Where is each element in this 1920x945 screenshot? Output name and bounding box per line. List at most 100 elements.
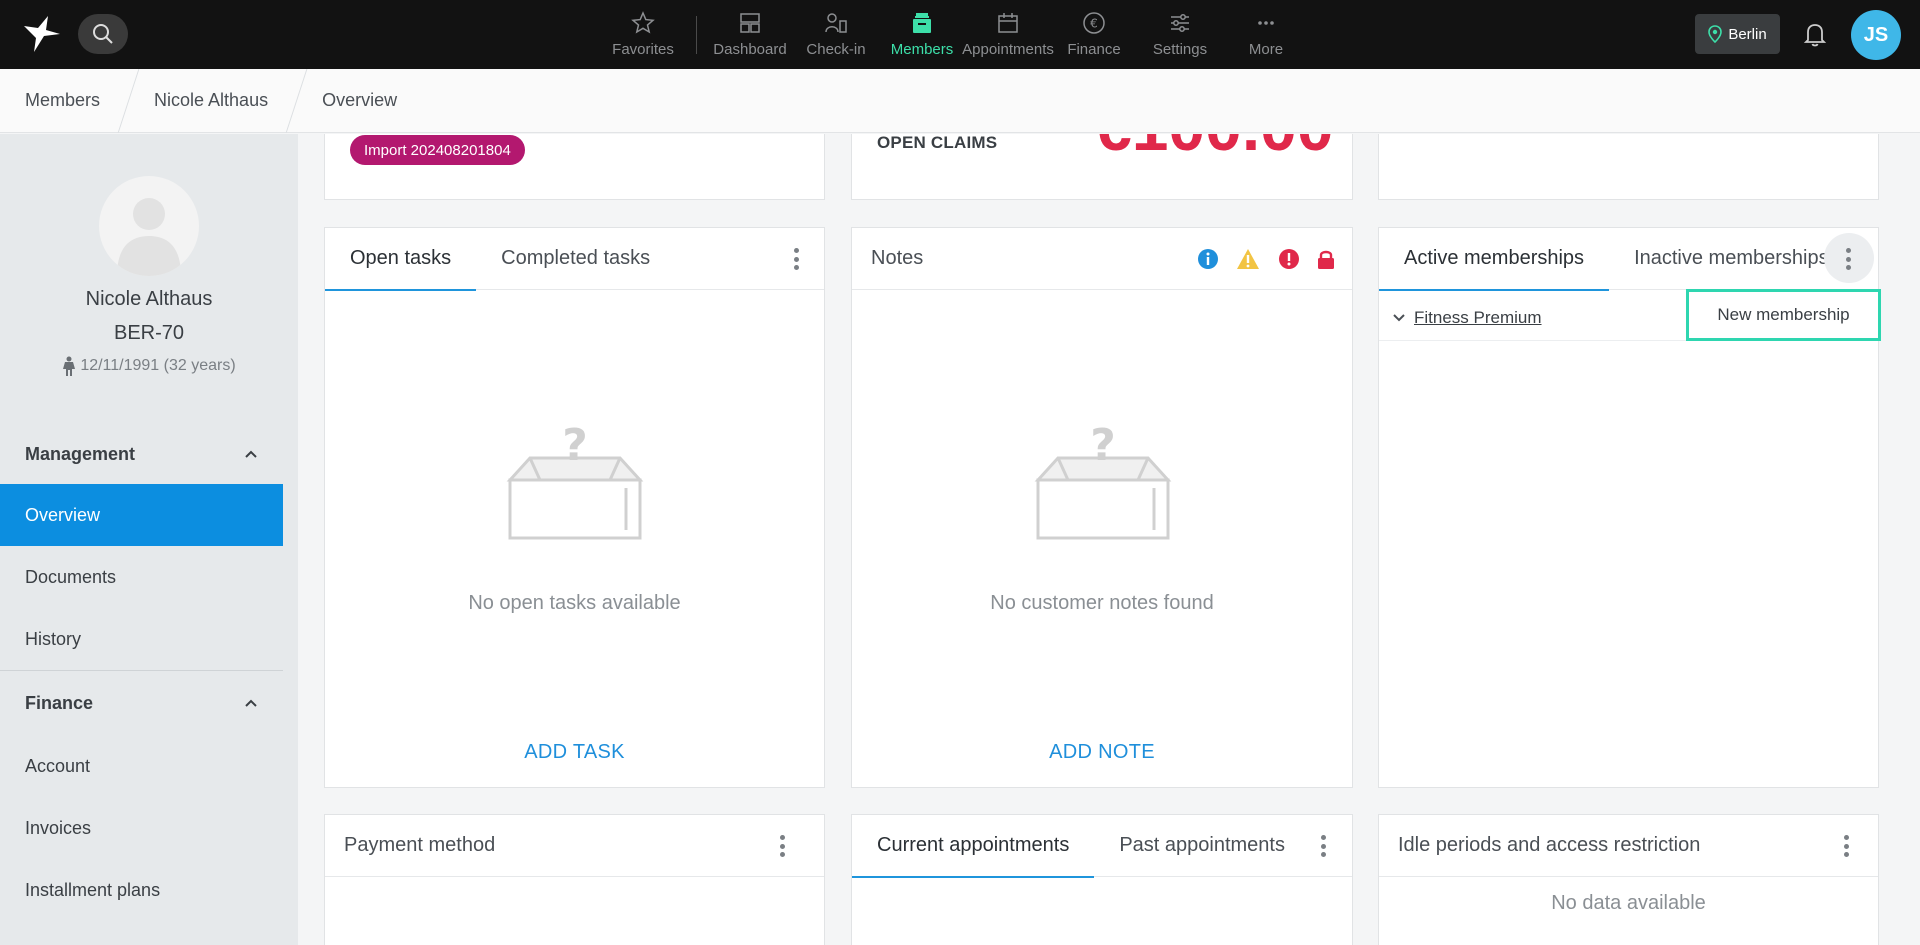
add-note-button[interactable]: ADD NOTE: [852, 741, 1352, 764]
section-management[interactable]: Management: [0, 424, 283, 484]
nav-label: Favorites: [612, 41, 674, 58]
nav-more[interactable]: More: [1223, 0, 1309, 69]
nav-appointments[interactable]: Appointments: [962, 0, 1054, 69]
nav-favorites[interactable]: Favorites: [600, 0, 686, 69]
tab-completed-tasks[interactable]: Completed tasks: [476, 228, 675, 290]
idle-menu-kebab-icon[interactable]: [1834, 833, 1858, 859]
bell-icon[interactable]: [1800, 19, 1830, 49]
tasks-card: Open tasks Completed tasks ? No open tas…: [324, 227, 825, 788]
tab-current-appointments[interactable]: Current appointments: [852, 815, 1095, 878]
notes-card: Notes ? No customer notes found ADD NOTE: [851, 227, 1353, 788]
sidebar-item-history[interactable]: History: [0, 608, 283, 670]
nav-label: Dashboard: [713, 41, 787, 58]
tasks-empty-text: No open tasks available: [468, 592, 681, 614]
tab-active-memberships[interactable]: Active memberships: [1379, 228, 1610, 291]
sidebar-item-documents[interactable]: Documents: [0, 546, 283, 608]
claims-value-clip: €100.00: [851, 134, 1353, 200]
nav-label: Finance: [1067, 41, 1121, 58]
memberships-menu-kebab-icon[interactable]: [1836, 246, 1860, 272]
notes-title: Notes: [871, 247, 924, 269]
chevron-up-icon: [245, 699, 257, 707]
nav-divider: [696, 16, 697, 54]
sidebar-item-account[interactable]: Account: [0, 735, 283, 797]
dashboard-icon: [740, 13, 760, 33]
notes-card-header: Notes: [852, 228, 1352, 290]
warning-icon[interactable]: [1236, 248, 1260, 270]
svg-text:€: €: [1090, 17, 1098, 31]
euro-icon: €: [1083, 12, 1105, 34]
search-button[interactable]: [78, 14, 128, 54]
breadcrumb: Members Nicole Althaus Overview: [0, 68, 1920, 133]
search-icon: [93, 24, 113, 44]
nav-settings[interactable]: Settings: [1137, 0, 1223, 69]
main-nav: Favorites Dashboard Check-in Members App…: [600, 0, 1309, 69]
lock-icon[interactable]: [1317, 248, 1335, 270]
members-icon: [913, 13, 931, 33]
nav-label: Members: [890, 41, 954, 58]
calendar-icon: [998, 13, 1018, 33]
sidebar-item-overview[interactable]: Overview: [0, 484, 283, 546]
open-claims-value: €100.00: [1095, 134, 1334, 160]
nav-label: Check-in: [806, 41, 866, 58]
top-bar: Favorites Dashboard Check-in Members App…: [0, 0, 1920, 69]
appointments-menu-kebab-icon[interactable]: [1311, 833, 1335, 859]
info-card: [1378, 134, 1879, 200]
membership-link[interactable]: Fitness Premium: [1414, 308, 1542, 328]
person-silhouette-icon: [117, 198, 181, 276]
info-icon[interactable]: [1197, 248, 1219, 270]
alert-icon[interactable]: [1278, 248, 1300, 270]
breadcrumb-members[interactable]: Members: [0, 69, 128, 133]
user-avatar[interactable]: JS: [1851, 10, 1901, 60]
side-menu: Management Overview Documents History Fi…: [0, 424, 283, 921]
nav-label: Appointments: [962, 41, 1054, 58]
idle-card-header: Idle periods and access restriction: [1379, 815, 1878, 877]
star-icon: [631, 11, 655, 34]
dob-text: 12/11/1991 (32 years): [80, 357, 236, 374]
svg-text:?: ?: [562, 420, 588, 471]
memberships-card-header: Active memberships Inactive memberships: [1379, 228, 1878, 291]
section-title: Management: [25, 443, 136, 464]
payment-menu-kebab-icon[interactable]: [770, 833, 794, 859]
sidebar-item-installment-plans[interactable]: Installment plans: [0, 859, 283, 921]
checkin-icon: [825, 13, 847, 33]
nav-label: Settings: [1152, 41, 1208, 58]
appointments-card-header: Current appointments Past appointments: [852, 815, 1352, 878]
import-tag-badge[interactable]: Import 202408201804: [350, 135, 525, 165]
nav-checkin[interactable]: Check-in: [793, 0, 879, 69]
female-icon: [63, 356, 76, 376]
svg-text:?: ?: [1090, 420, 1116, 471]
tab-inactive-memberships[interactable]: Inactive memberships: [1609, 228, 1854, 290]
tab-open-tasks[interactable]: Open tasks: [325, 228, 477, 291]
logo-star-icon[interactable]: [20, 14, 62, 56]
appointments-card: Current appointments Past appointments: [851, 814, 1353, 945]
idle-empty-text: No data available: [1551, 892, 1706, 914]
tasks-menu-kebab-icon[interactable]: [784, 246, 808, 272]
nav-members[interactable]: Members: [879, 0, 965, 69]
section-title: Finance: [25, 692, 94, 713]
add-task-button[interactable]: ADD TASK: [325, 741, 824, 764]
sidebar-item-invoices[interactable]: Invoices: [0, 797, 283, 859]
nav-finance[interactable]: € Finance: [1051, 0, 1137, 69]
sliders-icon: [1171, 14, 1189, 32]
idle-title: Idle periods and access restriction: [1398, 834, 1701, 856]
payment-method-card: Payment method: [324, 814, 825, 945]
location-label: Berlin: [1728, 25, 1767, 43]
tab-past-appointments[interactable]: Past appointments: [1094, 815, 1310, 877]
more-icon: [1258, 21, 1274, 25]
payment-card-header: Payment method: [325, 815, 824, 877]
empty-box-icon: ?: [1034, 420, 1172, 540]
payment-title: Payment method: [344, 834, 496, 856]
member-dob: 12/11/1991 (32 years): [0, 356, 298, 376]
tasks-card-header: Open tasks Completed tasks: [325, 228, 824, 291]
idle-periods-card: Idle periods and access restriction: [1378, 814, 1879, 945]
location-button[interactable]: Berlin: [1695, 14, 1780, 54]
section-finance[interactable]: Finance: [0, 671, 283, 735]
nav-dashboard[interactable]: Dashboard: [707, 0, 793, 69]
profile-avatar[interactable]: [99, 176, 199, 276]
member-id: BER-70: [113, 322, 185, 344]
chevron-up-icon: [245, 450, 257, 458]
notes-empty-text: No customer notes found: [990, 592, 1214, 614]
breadcrumb-member-name[interactable]: Nicole Althaus: [129, 69, 296, 133]
breadcrumb-overview: Overview: [322, 90, 398, 110]
new-membership-menu-item[interactable]: New membership: [1686, 289, 1881, 341]
